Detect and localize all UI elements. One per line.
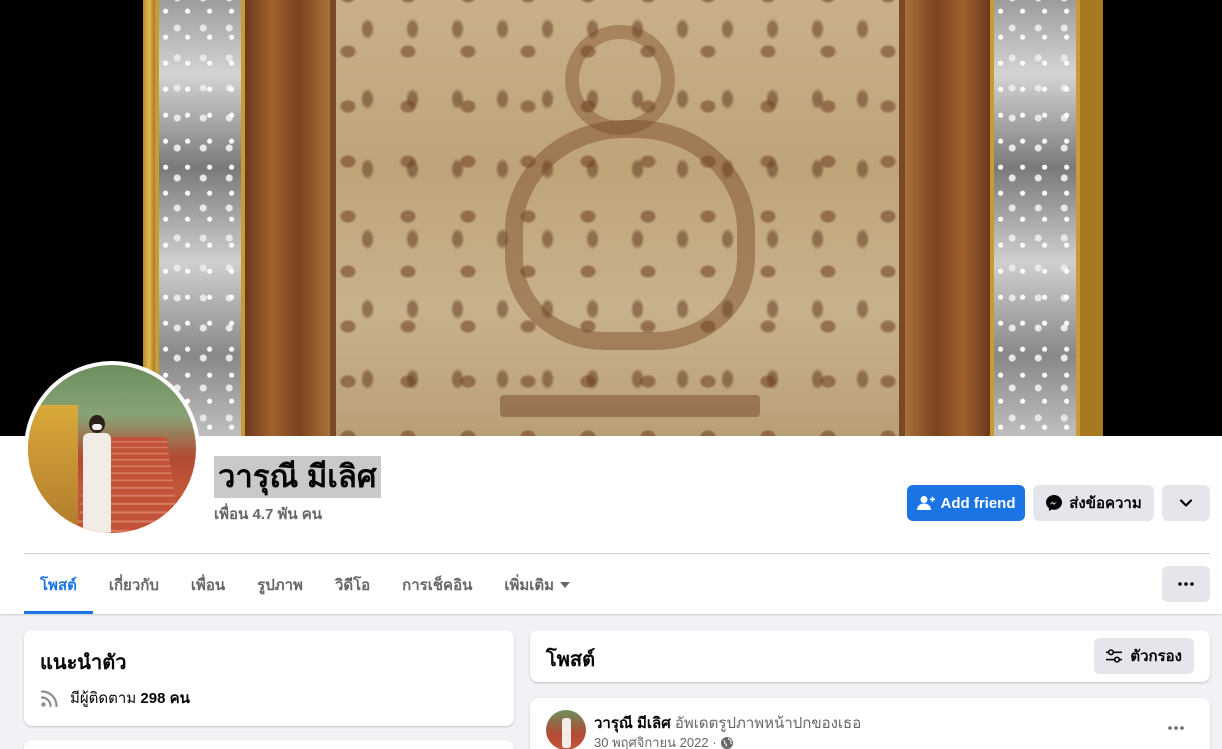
tab-label: เกี่ยวกับ bbox=[108, 576, 159, 594]
second-left-card bbox=[24, 740, 514, 749]
tab-friends[interactable]: เพื่อน bbox=[175, 555, 241, 614]
friend-count[interactable]: เพื่อน 4.7 พัน คน bbox=[214, 502, 322, 526]
avatar-person-body bbox=[83, 433, 111, 533]
profile-dropdown-button[interactable] bbox=[1162, 485, 1210, 521]
chevron-down-icon bbox=[1179, 499, 1193, 507]
filter-button[interactable]: ตัวกรอง bbox=[1094, 638, 1194, 674]
ellipsis-icon bbox=[1178, 582, 1194, 586]
post-card: วารุณี มีเลิศ อัพเดตรูปภาพหน้าปกของเธอ 3… bbox=[530, 698, 1210, 749]
globe-icon bbox=[720, 736, 733, 749]
tab-more[interactable]: เพิ่มเติม bbox=[488, 555, 586, 614]
followers-text: มีผู้ติดตาม 298 คน bbox=[70, 686, 190, 710]
followers-row: มีผู้ติดตาม 298 คน bbox=[40, 686, 190, 710]
tab-label: วิดีโอ bbox=[334, 576, 371, 594]
profile-avatar[interactable] bbox=[24, 361, 200, 537]
intro-title: แนะนำตัว bbox=[40, 652, 127, 674]
followers-prefix: มีผู้ติดตาม bbox=[70, 690, 137, 707]
post-options-button[interactable] bbox=[1158, 716, 1194, 740]
avatar-person-mask bbox=[92, 424, 102, 430]
add-friend-button[interactable]: Add friend bbox=[907, 485, 1025, 521]
filter-label: ตัวกรอง bbox=[1130, 648, 1182, 665]
tab-photos[interactable]: รูปภาพ bbox=[241, 555, 319, 614]
header-divider bbox=[24, 553, 1210, 554]
rss-icon bbox=[40, 690, 58, 708]
cover-amulet-base bbox=[500, 395, 760, 417]
tab-label: เพิ่มเติม bbox=[504, 576, 555, 594]
filter-icon bbox=[1106, 649, 1123, 663]
profile-name: วารุณี มีเลิศ bbox=[214, 456, 381, 498]
message-label: ส่งข้อความ bbox=[1069, 495, 1142, 512]
cover-wood-right bbox=[900, 0, 990, 436]
cover-silver-border-left bbox=[155, 0, 245, 436]
message-button[interactable]: ส่งข้อความ bbox=[1033, 485, 1154, 521]
add-friend-icon bbox=[916, 496, 935, 510]
profile-tabs: โพสต์ เกี่ยวกับ เพื่อน รูปภาพ วิดีโอ การ… bbox=[24, 555, 586, 614]
avatar-person bbox=[80, 415, 114, 533]
tab-label: เพื่อน bbox=[190, 576, 226, 594]
post-action-text: อัพเดตรูปภาพหน้าปกของเธอ bbox=[674, 715, 862, 732]
posts-title: โพสต์ bbox=[546, 649, 596, 671]
intro-card: แนะนำตัว มีผู้ติดตาม 298 คน bbox=[24, 630, 514, 726]
post-meta: 30 พฤศจิกายน 2022 · bbox=[594, 732, 733, 749]
cover-photo[interactable] bbox=[0, 0, 1222, 436]
followers-count[interactable]: 298 คน bbox=[140, 690, 189, 707]
tab-checkins[interactable]: การเช็คอิน bbox=[386, 555, 488, 614]
posts-header-card: โพสต์ ตัวกรอง bbox=[530, 630, 1210, 682]
tab-label: การเช็คอิน bbox=[402, 576, 473, 594]
cover-amulet-head bbox=[565, 25, 675, 135]
cover-silver-border-right bbox=[990, 0, 1080, 436]
ellipsis-icon bbox=[1168, 726, 1184, 730]
more-options-button[interactable] bbox=[1162, 566, 1210, 602]
tab-posts[interactable]: โพสต์ bbox=[24, 555, 93, 614]
tab-label: โพสต์ bbox=[40, 576, 77, 594]
tab-videos[interactable]: วิดีโอ bbox=[319, 555, 386, 614]
avatar-rail bbox=[28, 405, 78, 533]
avatar-photo bbox=[28, 365, 196, 533]
post-author-name[interactable]: วารุณี มีเลิศ bbox=[594, 715, 671, 732]
tab-label: รูปภาพ bbox=[257, 576, 303, 594]
caret-down-icon bbox=[560, 581, 571, 588]
post-author-avatar[interactable] bbox=[546, 710, 586, 749]
cover-amulet-relief bbox=[505, 120, 755, 350]
add-friend-label: Add friend bbox=[940, 494, 1016, 512]
cover-wood-left bbox=[245, 0, 335, 436]
tab-about[interactable]: เกี่ยวกับ bbox=[93, 555, 175, 614]
messenger-icon bbox=[1046, 495, 1063, 511]
post-date[interactable]: 30 พฤศจิกายน 2022 · bbox=[594, 732, 717, 749]
